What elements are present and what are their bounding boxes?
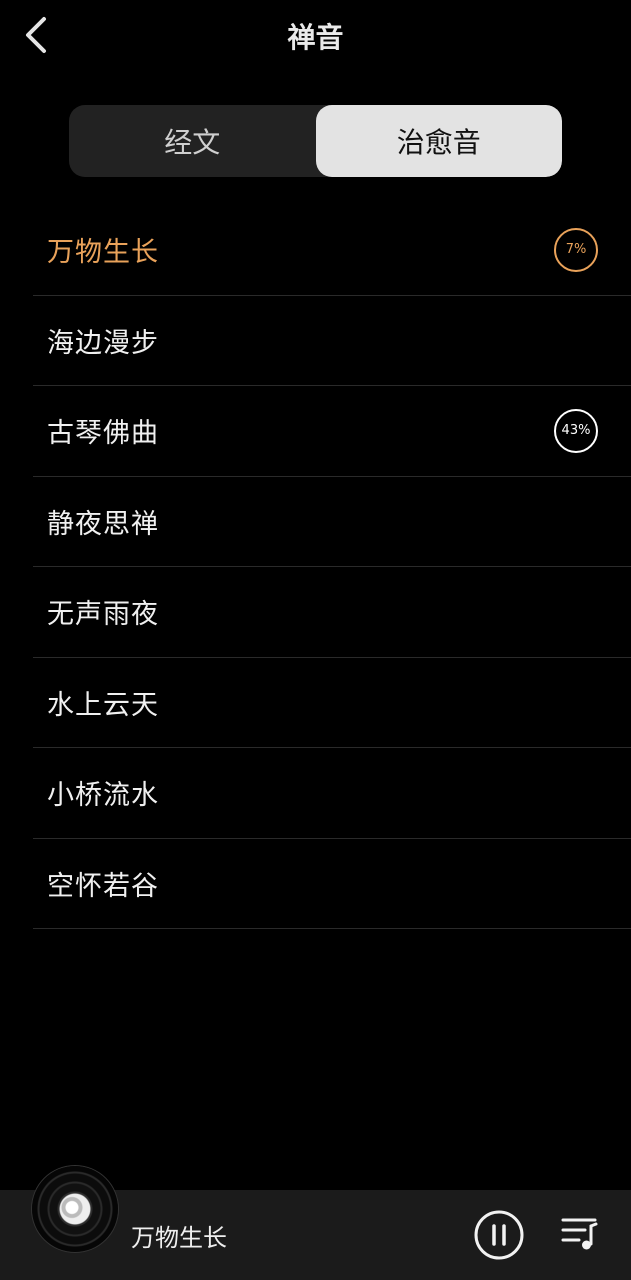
pause-icon: [474, 1210, 524, 1260]
zen-sound-page: 禅音 经文 治愈音 万物生长 7% 海边漫步 古琴佛曲 43% 静夜思禅 无声雨…: [0, 0, 631, 1280]
track-name: 小桥流水: [47, 780, 159, 812]
list-item[interactable]: 静夜思禅: [33, 477, 631, 567]
list-item[interactable]: 水上云天: [33, 658, 631, 748]
track-name: 万物生长: [47, 237, 159, 269]
track-name: 水上云天: [47, 689, 159, 721]
playlist-icon: [561, 1218, 598, 1250]
list-item[interactable]: 小桥流水: [33, 748, 631, 839]
album-art-label: [60, 1194, 90, 1224]
track-name: 无声雨夜: [47, 599, 159, 631]
pause-button[interactable]: [474, 1210, 524, 1260]
now-playing-title[interactable]: 万物生长: [131, 1218, 227, 1253]
category-tabs: 经文 治愈音: [69, 105, 562, 177]
track-name: 古琴佛曲: [47, 418, 159, 450]
page-title: 禅音: [287, 21, 344, 54]
tab-scripture[interactable]: 经文: [69, 105, 316, 177]
playlist-button[interactable]: [561, 1216, 599, 1252]
track-name: 海边漫步: [47, 327, 159, 359]
list-item[interactable]: 古琴佛曲 43%: [33, 386, 631, 477]
list-item[interactable]: 空怀若谷: [33, 839, 631, 929]
track-name: 静夜思禅: [47, 508, 159, 540]
list-item[interactable]: 万物生长 7%: [33, 205, 631, 296]
download-progress-badge: 43%: [554, 408, 598, 453]
album-art-disc[interactable]: [32, 1166, 118, 1252]
list-item[interactable]: 无声雨夜: [33, 567, 631, 658]
tab-healing-sounds[interactable]: 治愈音: [315, 105, 562, 177]
track-list: 万物生长 7% 海边漫步 古琴佛曲 43% 静夜思禅 无声雨夜 水上云天 小桥流…: [33, 205, 631, 929]
header: 禅音: [0, 0, 631, 76]
download-progress-badge: 7%: [554, 227, 598, 272]
list-item[interactable]: 海边漫步: [33, 296, 631, 386]
track-name: 空怀若谷: [47, 870, 159, 902]
